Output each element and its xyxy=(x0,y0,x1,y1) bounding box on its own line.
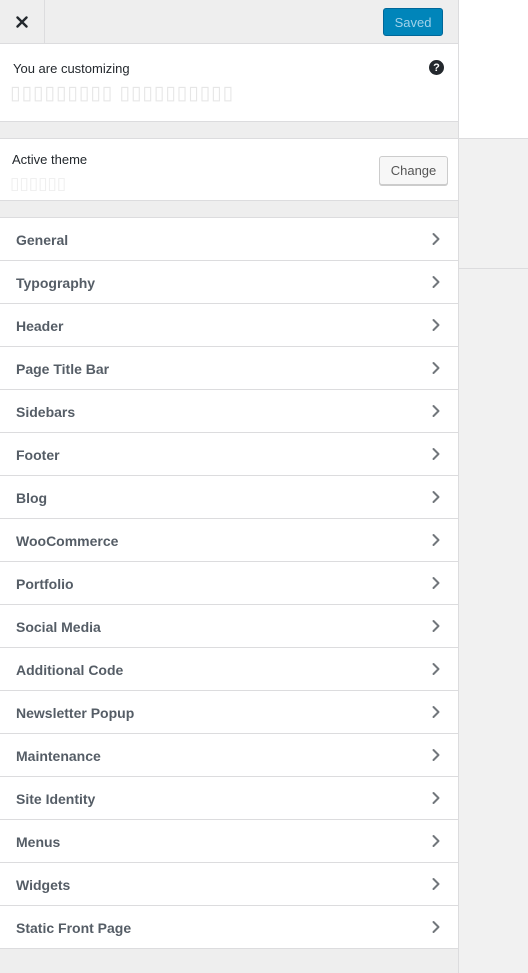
section-label: General xyxy=(16,232,69,248)
active-theme-label: Active theme xyxy=(12,152,88,167)
section-label: Portfolio xyxy=(16,576,74,592)
help-icon[interactable]: ? xyxy=(429,60,444,75)
customizing-label: You are customizing xyxy=(13,61,130,76)
customizing-info-panel: You are customizing ▯▯▯▯▯▯▯▯▯ ▯▯▯▯▯▯▯▯▯▯… xyxy=(0,44,458,122)
section-sidebars[interactable]: Sidebars xyxy=(0,390,458,433)
section-header[interactable]: Header xyxy=(0,304,458,347)
preview-divider xyxy=(459,268,528,269)
chevron-right-icon xyxy=(432,706,440,718)
active-theme-panel: Active theme ▯▯▯▯▯▯ Change xyxy=(0,138,458,201)
section-blog[interactable]: Blog xyxy=(0,476,458,519)
change-theme-button[interactable]: Change xyxy=(379,156,448,185)
section-label: Footer xyxy=(16,447,60,463)
section-newsletter-popup[interactable]: Newsletter Popup xyxy=(0,691,458,734)
chevron-right-icon xyxy=(432,405,440,417)
theme-name: ▯▯▯▯▯▯ xyxy=(10,174,67,193)
section-footer[interactable]: Footer xyxy=(0,433,458,476)
chevron-right-icon xyxy=(432,448,440,460)
section-portfolio[interactable]: Portfolio xyxy=(0,562,458,605)
chevron-right-icon xyxy=(432,620,440,632)
section-label: Site Identity xyxy=(16,791,96,807)
customizer-sections-list: General Typography Header Page Title Bar Sid… xyxy=(0,217,458,949)
chevron-right-icon xyxy=(432,233,440,245)
customizer-header: Saved xyxy=(0,0,458,44)
section-maintenance[interactable]: Maintenance xyxy=(0,734,458,777)
chevron-right-icon xyxy=(432,534,440,546)
section-woocommerce[interactable]: WooCommerce xyxy=(0,519,458,562)
section-menus[interactable]: Menus xyxy=(0,820,458,863)
chevron-right-icon xyxy=(432,835,440,847)
section-label: Blog xyxy=(16,490,48,506)
chevron-right-icon xyxy=(432,792,440,804)
section-label: Social Media xyxy=(16,619,101,635)
chevron-right-icon xyxy=(432,319,440,331)
site-preview-pane xyxy=(458,0,528,973)
section-widgets[interactable]: Widgets xyxy=(0,863,458,906)
chevron-right-icon xyxy=(432,878,440,890)
section-label: Sidebars xyxy=(16,404,76,420)
section-typography[interactable]: Typography xyxy=(0,261,458,304)
close-icon xyxy=(16,16,28,28)
section-label: WooCommerce xyxy=(16,533,119,549)
chevron-right-icon xyxy=(432,491,440,503)
section-additional-code[interactable]: Additional Code xyxy=(0,648,458,691)
chevron-right-icon xyxy=(432,921,440,933)
section-general[interactable]: General xyxy=(0,218,458,261)
preview-header-block xyxy=(459,0,528,139)
saved-button[interactable]: Saved xyxy=(383,8,443,36)
chevron-right-icon xyxy=(432,663,440,675)
section-label: Typography xyxy=(16,275,96,291)
section-label: Menus xyxy=(16,834,61,850)
section-label: Static Front Page xyxy=(16,920,132,936)
section-page-title-bar[interactable]: Page Title Bar xyxy=(0,347,458,390)
chevron-right-icon xyxy=(432,749,440,761)
section-label: Additional Code xyxy=(16,662,124,678)
chevron-right-icon xyxy=(432,276,440,288)
customizer-sidebar: Saved You are customizing ▯▯▯▯▯▯▯▯▯ ▯▯▯▯… xyxy=(0,0,458,973)
chevron-right-icon xyxy=(432,577,440,589)
section-label: Widgets xyxy=(16,877,71,893)
section-social-media[interactable]: Social Media xyxy=(0,605,458,648)
chevron-right-icon xyxy=(432,362,440,374)
section-label: Maintenance xyxy=(16,748,101,764)
close-button[interactable] xyxy=(0,0,45,44)
section-label: Header xyxy=(16,318,64,334)
site-title: ▯▯▯▯▯▯▯▯▯ ▯▯▯▯▯▯▯▯▯▯ xyxy=(10,83,234,104)
section-static-front-page[interactable]: Static Front Page xyxy=(0,906,458,949)
section-label: Newsletter Popup xyxy=(16,705,135,721)
section-site-identity[interactable]: Site Identity xyxy=(0,777,458,820)
section-label: Page Title Bar xyxy=(16,361,110,377)
